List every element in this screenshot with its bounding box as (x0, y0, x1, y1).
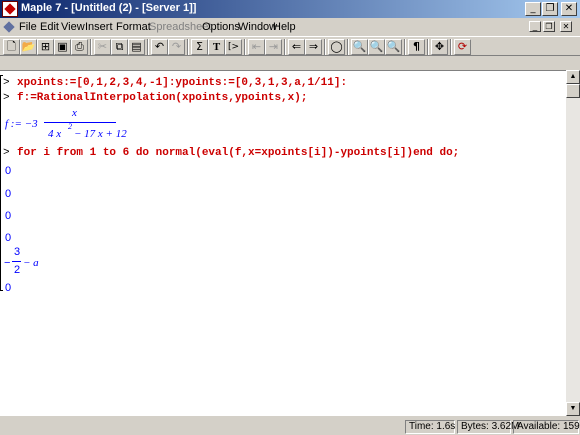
execution-group-bracket[interactable] (0, 75, 3, 291)
output-f-lhs: f := −3 (5, 118, 38, 130)
fraction-output-numerator: 3 (14, 246, 21, 258)
menu-format[interactable]: Format (116, 21, 151, 33)
doc-minimize-button[interactable]: _ (529, 21, 541, 32)
fraction-output-tail: − a (23, 257, 39, 269)
fraction-bar (12, 261, 21, 262)
show-paragraph-marks-icon[interactable]: ¶ (408, 39, 425, 55)
status-available: Available: 159M (513, 420, 580, 434)
menu-bar: File Edit View Insert Format Spreadsheet… (0, 18, 580, 36)
stop-icon[interactable]: ◯ (328, 39, 345, 55)
restore-button[interactable]: ❐ (542, 2, 558, 16)
open-file-icon[interactable]: 📂 (20, 39, 37, 55)
forward-icon[interactable]: ⇒ (305, 39, 322, 55)
title-bar: Maple 7 - [Untitled (2) - [Server 1]] _ … (0, 0, 580, 18)
menu-view[interactable]: View (61, 21, 85, 33)
input-prompt: > (3, 77, 10, 89)
input-line-2[interactable]: f:=RationalInterpolation(xpoints,ypoints… (17, 92, 307, 104)
scrollbar-thumb[interactable] (566, 84, 580, 98)
input-prompt: > (3, 92, 10, 104)
cut-icon[interactable]: ✂ (94, 39, 111, 55)
status-bytes: Bytes: 3.62M (457, 420, 519, 434)
scroll-up-icon[interactable]: ▲ (566, 70, 580, 84)
input-line-1[interactable]: xpoints:=[0,1,2,3,4,-1]:ypoints:=[0,3,1,… (17, 77, 347, 89)
toolbar-separator (347, 39, 349, 55)
undo-icon[interactable]: ↶ (151, 39, 168, 55)
zoom-100-icon[interactable]: 🔍 (351, 39, 368, 55)
unindent-icon[interactable]: ⇤ (248, 39, 265, 55)
fraction-output-denominator: 2 (14, 264, 21, 276)
insert-prompt-icon[interactable]: [> (225, 39, 242, 55)
doc-restore-button[interactable]: ❐ (543, 21, 555, 32)
text-input-icon[interactable]: T (208, 39, 225, 55)
toolbar-separator (244, 39, 246, 55)
output-f-denominator-b: − 17 x + 12 (74, 128, 127, 140)
math-input-icon[interactable]: Σ (191, 39, 208, 55)
print-icon[interactable]: ⎙ (71, 39, 88, 55)
maple-app-icon[interactable] (2, 1, 18, 17)
output-f-denominator-a: 4 x (48, 128, 62, 140)
vertical-scrollbar[interactable]: ▲ ▼ (566, 70, 580, 416)
minimize-button[interactable]: _ (525, 2, 541, 16)
toolbar-separator (147, 39, 149, 55)
expand-sections-icon[interactable]: ✥ (431, 39, 448, 55)
loop-output: 0 (5, 210, 12, 222)
redo-icon[interactable]: ↷ (168, 39, 185, 55)
fraction-output-minus: − (4, 257, 11, 269)
loop-output: 0 (5, 165, 12, 177)
output-f-denominator-exp: 2 (68, 122, 72, 131)
zoom-150-icon[interactable]: 🔍 (368, 39, 385, 55)
doc-close-button[interactable]: ✕ (560, 21, 572, 32)
save-icon[interactable]: ▣ (54, 39, 71, 55)
menu-insert[interactable]: Insert (85, 21, 113, 33)
toolbar-separator (90, 39, 92, 55)
fraction-bar (44, 122, 116, 123)
worksheet[interactable]: > xpoints:=[0,1,2,3,4,-1]:ypoints:=[0,3,… (0, 70, 566, 416)
back-icon[interactable]: ⇐ (288, 39, 305, 55)
toolbar: 🗋 📂 ⊞ ▣ ⎙ ✂ ⧉ ▤ ↶ ↷ Σ T [> ⇤ ⇥ ⇐ ⇒ ◯ 🔍 🔍… (0, 36, 580, 56)
window-title: Maple 7 - [Untitled (2) - [Server 1]] (21, 2, 197, 14)
menu-edit[interactable]: Edit (40, 21, 59, 33)
document-system-menu-icon[interactable] (2, 20, 16, 34)
toolbar-separator (427, 39, 429, 55)
loop-output: 0 (5, 188, 12, 200)
loop-output: 0 (5, 232, 12, 244)
menu-window[interactable]: Window (238, 21, 277, 33)
new-file-icon[interactable]: 🗋 (3, 39, 20, 55)
input-line-3[interactable]: for i from 1 to 6 do normal(eval(f,x=xpo… (17, 147, 459, 159)
loop-output: 0 (5, 282, 12, 294)
close-button[interactable]: ✕ (561, 2, 577, 16)
status-bar: Time: 1.6s Bytes: 3.62M Available: 159M (0, 419, 580, 435)
input-prompt: > (3, 147, 10, 159)
zoom-200-icon[interactable]: 🔍 (385, 39, 402, 55)
toolbar-separator (324, 39, 326, 55)
document-area: > xpoints:=[0,1,2,3,4,-1]:ypoints:=[0,3,… (0, 56, 580, 416)
restart-icon[interactable]: ⟳ (454, 39, 471, 55)
scroll-down-icon[interactable]: ▼ (566, 402, 580, 416)
output-f-numerator: x (72, 107, 77, 119)
toolbar-separator (284, 39, 286, 55)
paste-icon[interactable]: ▤ (128, 39, 145, 55)
toolbar-separator (450, 39, 452, 55)
open-url-icon[interactable]: ⊞ (37, 39, 54, 55)
menu-help[interactable]: Help (273, 21, 296, 33)
toolbar-separator (187, 39, 189, 55)
menu-file[interactable]: File (19, 21, 37, 33)
toolbar-separator (404, 39, 406, 55)
copy-icon[interactable]: ⧉ (111, 39, 128, 55)
indent-icon[interactable]: ⇥ (265, 39, 282, 55)
status-time: Time: 1.6s (405, 420, 455, 434)
menu-options[interactable]: Options (202, 21, 240, 33)
